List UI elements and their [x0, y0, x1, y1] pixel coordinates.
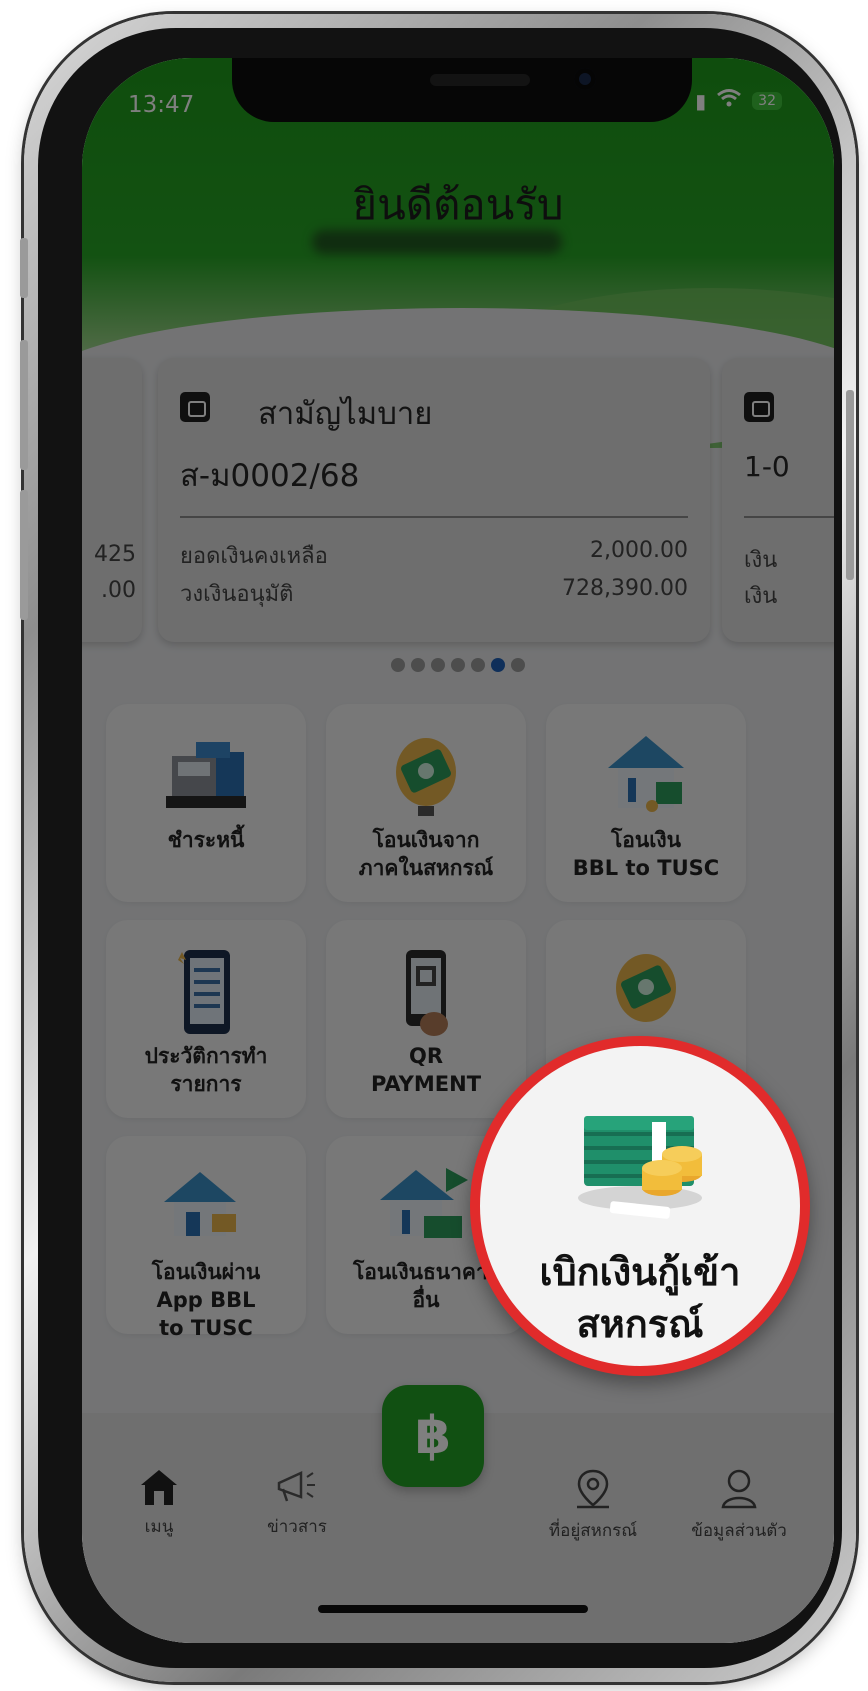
- tutorial-dim-overlay: [82, 58, 834, 1643]
- cash-coins-icon: [578, 1116, 702, 1219]
- spotlight-loan-withdraw-button[interactable]: เบิกเงินกู้เข้า สหกรณ์: [470, 1036, 810, 1376]
- app-screen: 13:47 ▮ 32 ยินดีต้อนรับ 425 .00 สามัญไมบ…: [82, 58, 834, 1643]
- volume-up-button: [20, 340, 28, 470]
- volume-down-button: [20, 490, 28, 620]
- power-button: [846, 390, 854, 580]
- spotlight-label: เบิกเงินกู้เข้า สหกรณ์: [539, 1250, 741, 1346]
- mute-switch: [20, 238, 28, 298]
